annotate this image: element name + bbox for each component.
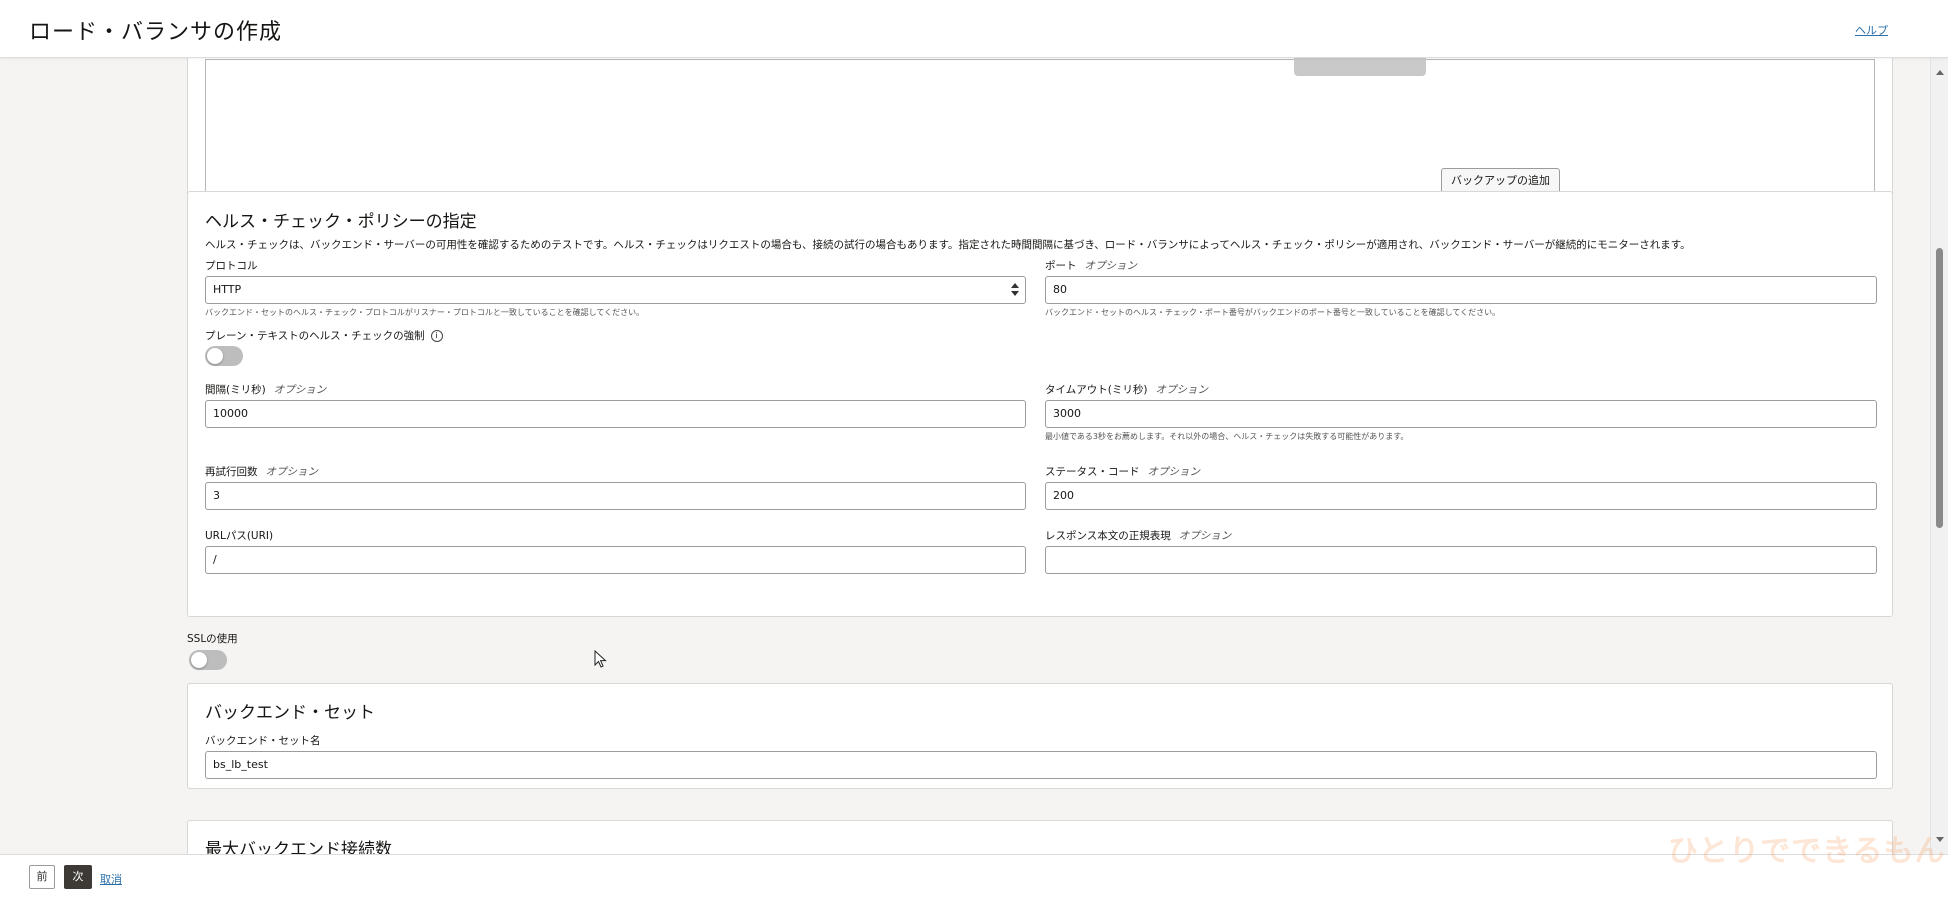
status-code-input[interactable]: 200 (1045, 482, 1877, 510)
url-path-input[interactable]: / (205, 546, 1026, 574)
timeout-hint: 最小値である3秒をお薦めします。それ以外の場合、ヘルス・チェックは失敗する可能性… (1045, 432, 1409, 441)
health-check-title: ヘルス・チェック・ポリシーの指定 (205, 212, 477, 232)
interval-input[interactable]: 10000 (205, 400, 1026, 428)
ssl-toggle[interactable] (189, 650, 227, 670)
port-hint: バックエンド・セットのヘルス・チェック・ポート番号がバックエンドのポート番号と一… (1045, 308, 1501, 317)
backend-set-name-label: バックエンド・セット名 (205, 735, 321, 747)
timeout-input[interactable]: 3000 (1045, 400, 1877, 428)
response-regex-label: レスポンス本文の正規表現 オプション (1045, 530, 1232, 542)
previous-button[interactable]: 前 (29, 865, 55, 889)
next-button[interactable]: 次 (64, 865, 92, 889)
ssl-label: SSLの使用 (187, 633, 238, 645)
backend-set-title: バックエンド・セット (205, 703, 375, 723)
retries-label: 再試行回数 オプション (205, 466, 318, 478)
mouse-cursor-icon (594, 650, 607, 668)
health-check-description: ヘルス・チェックは、バックエンド・サーバーの可用性を確認するためのテストです。ヘ… (205, 239, 1691, 251)
max-connections-title: 最大バックエンド接続数 (205, 840, 392, 854)
plaintext-label: プレーン・テキストのヘルス・チェックの強制 i (205, 328, 443, 343)
toggle-knob (207, 348, 223, 364)
max-connections-panel: 最大バックエンド接続数 (187, 820, 1893, 854)
page-title: ロード・バランサの作成 (29, 20, 283, 45)
interval-label: 間隔(ミリ秒) オプション (205, 384, 327, 396)
protocol-select[interactable]: HTTP (205, 276, 1026, 304)
backend-set-panel: バックエンド・セット バックエンド・セット名 bs_lb_test (187, 683, 1893, 789)
port-label: ポート オプション (1045, 260, 1137, 272)
footer-bar: 前 次 取消 (0, 854, 1948, 899)
select-chevron-icon (1011, 282, 1019, 298)
toggle-knob (191, 652, 207, 668)
protocol-label: プロトコル (205, 260, 258, 272)
vertical-scrollbar[interactable] (1930, 58, 1948, 854)
scrollbar-thumb[interactable] (1936, 248, 1943, 528)
backend-set-name-input[interactable]: bs_lb_test (205, 751, 1877, 779)
page-header: ロード・バランサの作成 ヘルプ (0, 0, 1948, 58)
backup-list-box: バックアップの追加 (205, 59, 1875, 209)
cancel-link[interactable]: 取消 (100, 871, 122, 887)
port-input[interactable]: 80 (1045, 276, 1877, 304)
watermark-logo: ひとりでできるもん (1668, 834, 1946, 869)
health-check-panel: ヘルス・チェック・ポリシーの指定 ヘルス・チェックは、バックエンド・サーバーの可… (187, 191, 1893, 617)
main-content: バックアップの追加 ヘルス・チェック・ポリシーの指定 ヘルス・チェックは、バック… (0, 58, 1930, 854)
url-path-label: URLパス(URI) (205, 530, 274, 542)
protocol-hint: バックエンド・セットのヘルス・チェック・プロトコルがリスナー・プロトコルと一致し… (205, 308, 645, 317)
info-icon[interactable]: i (430, 330, 443, 342)
plaintext-toggle[interactable] (205, 346, 243, 366)
redacted-block (1294, 58, 1426, 76)
status-code-label: ステータス・コード オプション (1045, 466, 1200, 478)
retries-input[interactable]: 3 (205, 482, 1026, 510)
help-link[interactable]: ヘルプ (1855, 22, 1888, 38)
protocol-value: HTTP (213, 283, 242, 296)
scroll-up-icon[interactable] (1936, 70, 1944, 75)
timeout-label: タイムアウト(ミリ秒) オプション (1045, 384, 1208, 396)
response-regex-input[interactable] (1045, 546, 1877, 574)
